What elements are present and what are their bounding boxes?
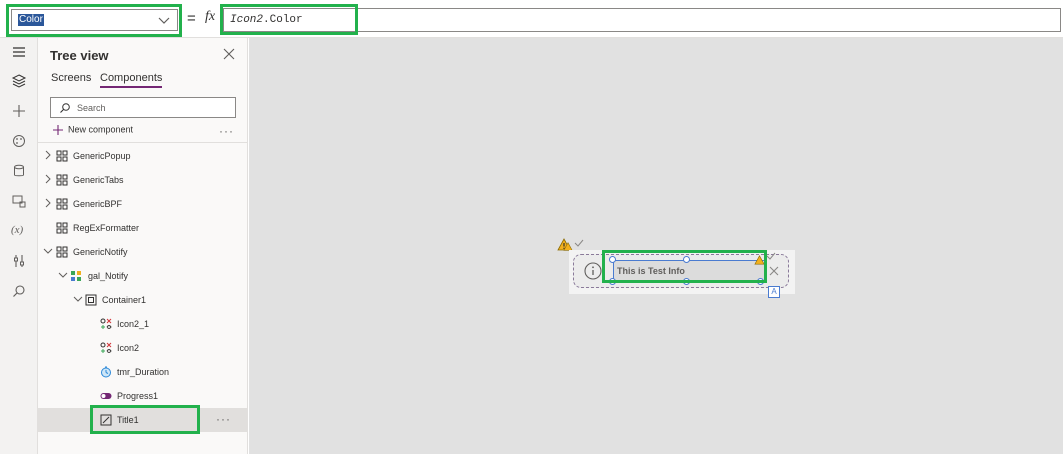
tree-item-genericnotify[interactable]: GenericNotify	[38, 240, 248, 264]
tree-item-tmr-duration[interactable]: tmr_Duration	[38, 360, 248, 384]
chevron-down-icon	[58, 272, 68, 278]
tree-view-panel: Tree view Screens Components Search New …	[38, 38, 248, 454]
tab-components[interactable]: Components	[100, 72, 163, 88]
tree-item-gal-notify[interactable]: gal_Notify	[38, 264, 248, 288]
insert-plus-icon[interactable]	[11, 103, 27, 119]
panel-title: Tree view	[50, 48, 109, 63]
chevron-right-icon	[45, 150, 51, 160]
chevron-down-icon	[158, 17, 170, 24]
layers-icon[interactable]	[11, 73, 27, 89]
resize-handle[interactable]	[609, 278, 616, 285]
search-icon[interactable]	[11, 283, 27, 299]
tree-item-label: GenericNotify	[73, 247, 128, 257]
data-cylinder-icon[interactable]	[11, 163, 27, 179]
new-component-label: New component	[68, 124, 134, 135]
resize-handle[interactable]	[757, 278, 764, 285]
tree-item-label: Icon2_1	[117, 319, 150, 329]
palette-icon[interactable]	[11, 133, 27, 149]
fx-icon[interactable]: fx	[205, 9, 215, 25]
media-icon[interactable]	[11, 193, 27, 209]
resize-handle[interactable]	[683, 256, 690, 263]
plus-icon	[53, 125, 63, 135]
tree-item-generictabs[interactable]: GenericTabs	[38, 168, 248, 192]
chevron-right-icon	[45, 198, 51, 208]
property-value: Color	[18, 14, 44, 26]
toggle-icon	[100, 393, 112, 399]
notify-component[interactable]: This is Test Info A	[569, 250, 795, 298]
resize-handle[interactable]	[609, 256, 616, 263]
tree-item-label: tmr_Duration	[117, 367, 170, 377]
close-icon[interactable]	[223, 48, 235, 60]
title-label[interactable]: This is Test Info	[613, 260, 767, 282]
label-icon	[100, 414, 112, 426]
component-icon	[56, 246, 68, 258]
warning-icon	[754, 255, 765, 265]
tree-item-label: Icon2	[117, 343, 140, 353]
equals-sign: =	[187, 10, 196, 27]
tree-item-label: Progress1	[117, 391, 159, 401]
notify-container[interactable]: This is Test Info	[573, 254, 789, 288]
search-placeholder: Search	[77, 103, 106, 113]
component-icon	[56, 222, 68, 234]
icon-control-icon	[100, 342, 112, 353]
property-dropdown[interactable]: Color	[11, 9, 178, 31]
gallery-icon	[71, 271, 81, 281]
info-icon[interactable]	[584, 262, 602, 280]
formula-reference: Icon2	[230, 14, 264, 26]
container-icon	[85, 294, 97, 306]
icon-control-icon	[100, 318, 112, 329]
new-component-button[interactable]: New component	[52, 124, 133, 136]
tree-item-label: GenericBPF	[73, 199, 123, 209]
search-input[interactable]: Search	[50, 97, 236, 118]
chevron-down-icon	[73, 296, 83, 302]
tree-item-container1[interactable]: Container1	[38, 288, 248, 312]
more-options-icon[interactable]: ···	[219, 124, 234, 138]
tree-item-progress1[interactable]: Progress1	[38, 384, 248, 408]
tab-screens[interactable]: Screens	[51, 72, 91, 84]
tree-item-icon2[interactable]: Icon2	[38, 336, 248, 360]
component-icon	[56, 198, 68, 210]
formula-text: Icon2.Color	[230, 14, 303, 26]
design-canvas[interactable]: This is Test Info A	[249, 38, 1063, 454]
tree-item-genericbpf[interactable]: GenericBPF	[38, 192, 248, 216]
text-badge: A	[768, 286, 780, 298]
formula-input[interactable]: Icon2.Color	[223, 8, 1061, 32]
resize-handle[interactable]	[683, 278, 690, 285]
chevron-down-icon	[43, 248, 53, 254]
close-icon[interactable]	[769, 266, 779, 276]
variables-icon[interactable]: (x)	[11, 224, 27, 240]
checkmark-icon	[766, 252, 776, 260]
tree-item-label: GenericTabs	[73, 175, 124, 185]
timer-icon	[101, 366, 111, 378]
title-text: This is Test Info	[617, 266, 685, 276]
more-options-icon[interactable]: ···	[216, 412, 231, 426]
left-rail: (x)	[0, 38, 38, 454]
formula-property: .Color	[263, 14, 303, 26]
search-icon	[60, 103, 70, 113]
checkmark-icon	[574, 239, 584, 247]
component-icon	[56, 150, 68, 162]
tools-icon[interactable]	[11, 253, 27, 269]
tree-item-title1[interactable]: Title1 ···	[38, 408, 248, 432]
tree-item-label: gal_Notify	[88, 271, 129, 281]
formula-bar: Color = fx Icon2.Color	[0, 0, 1063, 38]
tree-item-icon2-1[interactable]: Icon2_1	[38, 312, 248, 336]
tree-item-regexformatter[interactable]: RegExFormatter	[38, 216, 248, 240]
tree-item-label: Title1	[117, 415, 139, 425]
tree-item-genericpopup[interactable]: GenericPopup	[38, 144, 248, 168]
divider	[38, 142, 248, 143]
tree-item-label: GenericPopup	[73, 151, 131, 161]
chevron-right-icon	[45, 174, 51, 184]
component-icon	[56, 174, 68, 186]
hamburger-menu-icon[interactable]	[11, 44, 27, 60]
tree-item-label: RegExFormatter	[73, 223, 140, 233]
tree-item-label: Container1	[102, 295, 147, 305]
